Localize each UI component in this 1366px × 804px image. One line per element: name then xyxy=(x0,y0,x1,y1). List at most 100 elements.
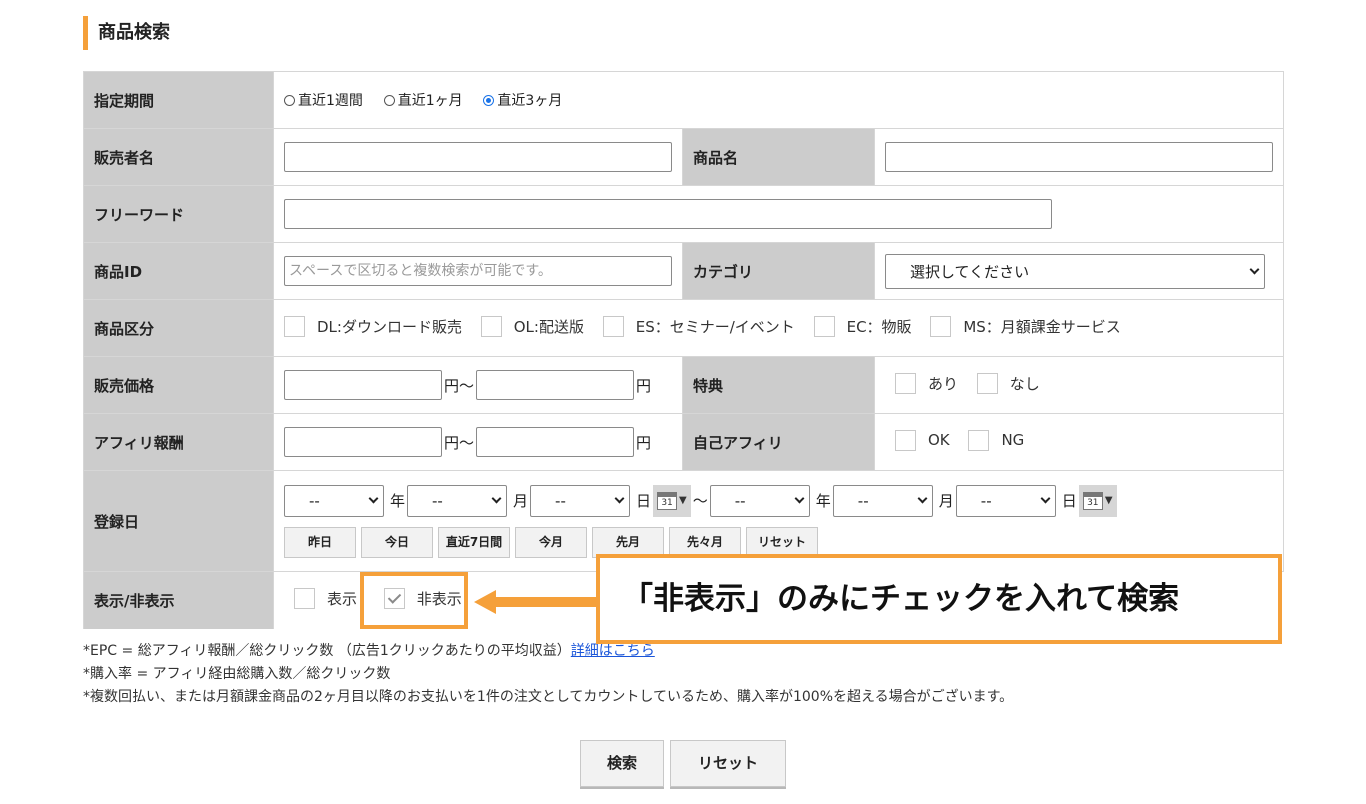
radio-label: 直近1ヶ月 xyxy=(397,93,463,109)
checkbox-type-es[interactable]: ES：セミナー/イベント xyxy=(602,315,795,337)
details-link[interactable]: 詳細はこちら xyxy=(571,643,655,659)
checkbox-label: OK xyxy=(928,431,950,449)
arrow-left-icon xyxy=(474,590,596,614)
year-unit: 年 xyxy=(815,492,831,510)
checkbox-box[interactable] xyxy=(284,315,305,337)
checkbox-label: DL:ダウンロード販売 xyxy=(317,317,462,336)
checkbox-display-show[interactable]: 表示 xyxy=(294,587,358,609)
price-from-input[interactable] xyxy=(284,370,442,400)
chevron-down-icon xyxy=(614,493,625,504)
checkbox-self-ok[interactable]: OK xyxy=(895,429,950,451)
checkbox-label: EC：物販 xyxy=(846,317,912,336)
checkbox-self-ng[interactable]: NG xyxy=(968,429,1025,451)
product-name-label: 商品名 xyxy=(682,128,875,186)
seller-input[interactable] xyxy=(284,142,672,172)
checkbox-box[interactable] xyxy=(294,587,315,609)
calendar-icon: 31 xyxy=(1082,491,1103,510)
seller-label: 販売者名 xyxy=(83,128,274,186)
from-calendar-button[interactable]: 31 ▼ xyxy=(653,484,691,517)
search-form-table: 指定期間 直近1週間 直近1ヶ月 直近3ヶ月 販売者名 商品名 フリーワード 商… xyxy=(83,71,1284,629)
checkbox-box[interactable] xyxy=(602,315,624,337)
search-button[interactable]: 検索 xyxy=(580,740,664,787)
category-label: カテゴリ xyxy=(682,242,875,300)
radio-period-1week[interactable]: 直近1週間 xyxy=(284,90,363,110)
checkbox-label: 表示 xyxy=(327,589,358,608)
from-day-select[interactable]: -- xyxy=(530,484,631,517)
category-select[interactable]: 選択してください xyxy=(885,253,1265,289)
reset-button[interactable]: リセット xyxy=(670,740,786,787)
checkbox-bonus-no[interactable]: なし xyxy=(976,372,1040,394)
select-value: -- xyxy=(980,491,992,510)
reward-unit-from: 円〜 xyxy=(444,433,475,452)
chevron-down-icon xyxy=(794,493,805,504)
self-affiliate-label: 自己アフィリ xyxy=(682,413,875,471)
select-value: -- xyxy=(432,491,443,510)
checkbox-label: ES：セミナー/イベント xyxy=(635,317,795,336)
chevron-down-icon xyxy=(1040,493,1051,504)
checkbox-box[interactable] xyxy=(930,315,952,337)
page-title: 商品検索 xyxy=(83,16,170,50)
radio-circle[interactable] xyxy=(284,94,295,106)
affiliate-reward-cell: 円〜 円 xyxy=(273,413,683,471)
reward-to-input[interactable] xyxy=(476,427,635,457)
chevron-down-icon xyxy=(1249,264,1260,274)
highlight-box xyxy=(360,572,468,629)
from-year-select[interactable]: -- xyxy=(284,484,384,517)
checkbox-type-ec[interactable]: EC：物販 xyxy=(813,315,912,337)
radio-period-3months[interactable]: 直近3ヶ月 xyxy=(483,90,562,110)
product-id-label: 商品ID xyxy=(83,242,274,300)
to-year-select[interactable]: -- xyxy=(709,484,810,517)
checkbox-label: MS：月額課金サービス xyxy=(963,317,1121,336)
reward-from-input[interactable] xyxy=(284,427,442,457)
from-month-select[interactable]: -- xyxy=(407,484,508,517)
quick-this-month-button[interactable]: 今月 xyxy=(515,526,587,558)
to-month-select[interactable]: -- xyxy=(832,484,933,517)
price-to-input[interactable] xyxy=(476,370,635,400)
quick-today-button[interactable]: 今日 xyxy=(361,526,433,558)
period-options: 直近1週間 直近1ヶ月 直近3ヶ月 xyxy=(273,71,1284,129)
radio-circle[interactable] xyxy=(383,94,395,106)
price-label: 販売価格 xyxy=(83,356,274,414)
checkbox-label: NG xyxy=(1001,431,1025,449)
checkbox-box[interactable] xyxy=(480,315,502,337)
notes: *EPC = 総アフィリ報酬／総クリック数 （広告1クリックあたりの平均収益）詳… xyxy=(83,640,1013,709)
price-cell: 円〜 円 xyxy=(273,356,683,414)
note-purchase-rate: *購入率 = アフィリ経由総購入数／総クリック数 xyxy=(83,666,391,682)
calendar-icon: 31 xyxy=(657,491,678,510)
to-calendar-button[interactable]: 31 ▼ xyxy=(1078,484,1117,517)
freeword-input[interactable] xyxy=(284,199,1052,229)
product-id-input[interactable] xyxy=(284,256,672,286)
product-name-input[interactable] xyxy=(885,142,1273,172)
day-unit: 日 xyxy=(636,492,652,510)
checkbox-type-ol[interactable]: OL:配送版 xyxy=(480,315,584,337)
checkbox-bonus-yes[interactable]: あり xyxy=(895,372,958,394)
checkbox-box[interactable] xyxy=(813,315,835,337)
date-range-row: -- 年 -- 月 -- 日 31 ▼ 〜 -- 年 -- 月 -- 日 31 ▼ xyxy=(284,484,1273,517)
checkbox-box[interactable] xyxy=(976,372,998,394)
freeword-cell xyxy=(273,185,1284,243)
quick-last-month-button[interactable]: 先月 xyxy=(592,526,664,558)
radio-period-1month[interactable]: 直近1ヶ月 xyxy=(383,90,463,110)
checkbox-box[interactable] xyxy=(895,429,916,451)
checkbox-type-ms[interactable]: MS：月額課金サービス xyxy=(930,315,1121,337)
self-affiliate-options: OK NG xyxy=(874,413,1284,471)
product-type-options: DL:ダウンロード販売 OL:配送版 ES：セミナー/イベント EC：物販 MS… xyxy=(273,299,1284,357)
quick-2months-ago-button[interactable]: 先々月 xyxy=(669,526,741,558)
quick-reset-button[interactable]: リセット xyxy=(746,526,818,558)
quick-yesterday-button[interactable]: 昨日 xyxy=(284,526,356,558)
select-value: -- xyxy=(555,491,566,510)
freeword-label: フリーワード xyxy=(83,185,274,243)
radio-circle-selected[interactable] xyxy=(483,94,495,106)
month-unit: 月 xyxy=(513,492,529,510)
period-label: 指定期間 xyxy=(83,71,274,129)
select-value: -- xyxy=(309,491,320,510)
checkbox-box[interactable] xyxy=(895,372,916,394)
to-day-select[interactable]: -- xyxy=(955,484,1056,517)
checkbox-box[interactable] xyxy=(968,429,990,451)
chevron-down-icon xyxy=(368,493,379,504)
quick-7days-button[interactable]: 直近7日間 xyxy=(438,526,510,558)
caret-down-icon: ▼ xyxy=(679,495,687,506)
range-separator: 〜 xyxy=(692,492,708,510)
checkbox-type-dl[interactable]: DL:ダウンロード販売 xyxy=(284,315,462,337)
chevron-down-icon xyxy=(491,493,502,504)
